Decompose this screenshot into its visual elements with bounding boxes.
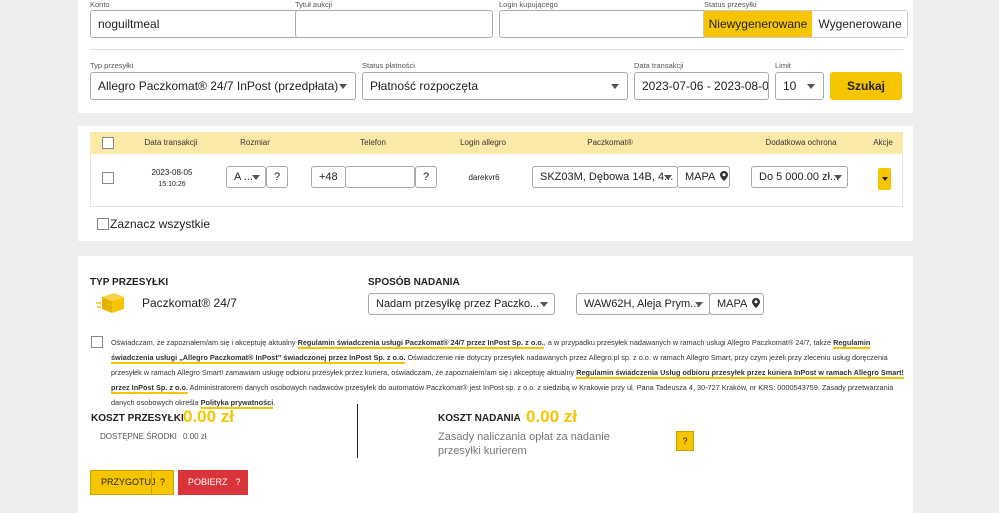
consent-t2: , a w przypadku przesyłek nadawanych w r… [543, 338, 834, 347]
typ-value: Allegro Paczkomat® 24/7 InPost (przedpła… [98, 79, 339, 93]
paczkomat-value: SKZ03M, Dębowa 14B, 4... [540, 171, 674, 183]
search-button[interactable]: Szukaj [830, 72, 902, 100]
consent-t5: . [273, 398, 276, 407]
tytul-label: Tytuł aukcji [295, 0, 333, 9]
shipping-panel: TYP PRZESYŁKI Paczkomat® 24/7 SPOSÓB NAD… [78, 256, 913, 513]
row-checkbox[interactable] [102, 172, 114, 184]
typ-name: Paczkomat® 24/7 [142, 296, 237, 310]
typ-heading: TYP PRZESYŁKI [90, 277, 169, 288]
koszt-przesylki-value: 0.00 zł [183, 407, 235, 426]
size-select[interactable]: A ... [226, 166, 266, 188]
row-date: 2023-08-05 [151, 168, 193, 177]
chevron-down-icon [611, 84, 619, 89]
th-akcje: Akcje [873, 138, 893, 147]
th-data: Data transakcji [144, 138, 198, 147]
phone-input[interactable] [345, 166, 415, 188]
date-range-input[interactable]: 2023-07-06 - 2023-08-05 [634, 72, 769, 100]
th-paczkomat: Paczkomat® [587, 138, 633, 147]
package-icon [96, 293, 124, 313]
filter-divider [90, 49, 903, 50]
size-help-button[interactable]: ? [266, 166, 288, 188]
toggle-wygenerowane[interactable]: Wygenerowane [812, 11, 907, 37]
status-platnosci-select[interactable]: Płatność rozpoczęta [362, 72, 628, 100]
konto-value: noguiltmeal [98, 17, 160, 31]
th-login: Login allegro [460, 138, 506, 147]
paczkomat-map-button[interactable]: MAPA [677, 166, 730, 188]
size-value: A ... [234, 171, 253, 183]
row-time: 15:10:26 [158, 181, 186, 188]
koszt-nadania-value: 0.00 zł [526, 407, 578, 426]
zasady-text: Zasady naliczania opłat za nadanie przes… [438, 431, 610, 457]
zasady-help-button[interactable]: ? [676, 431, 694, 451]
typ-select[interactable]: Allegro Paczkomat® 24/7 InPost (przedpła… [90, 72, 356, 100]
prepare-help[interactable]: ? [151, 471, 173, 494]
tytul-input[interactable] [295, 10, 493, 38]
download-label: POBIERZ [188, 477, 228, 487]
regulamin-paczkomat-link[interactable]: Regulamin świadczenia usługi Paczkomat® … [297, 338, 544, 349]
consent-t1: Oświadczam, że zapoznałem/am się i akcep… [111, 338, 298, 347]
map-pin-icon [751, 298, 760, 308]
consent-checkbox[interactable] [91, 336, 103, 348]
select-all-checkbox[interactable] [97, 218, 109, 230]
paczkomat-select[interactable]: SKZ03M, Dębowa 14B, 4... [532, 166, 678, 188]
th-rozmiar: Rozmiar [240, 138, 270, 147]
limit-label: Limit [775, 61, 791, 70]
cost-divider [357, 404, 358, 458]
dostepne-label: DOSTĘPNE ŚRODKI [100, 432, 177, 441]
consent-text: Oświadczam, że zapoznałem/am się i akcep… [111, 335, 906, 410]
select-all-label[interactable]: Zaznacz wszystkie [110, 217, 210, 231]
row-actions-button[interactable] [878, 168, 891, 190]
prepare-label: PRZYGOTUJ [101, 477, 156, 487]
prepare-button[interactable]: PRZYGOTUJ ? [90, 470, 174, 495]
header-checkbox[interactable] [102, 137, 114, 149]
koszt-przesylki-label: KOSZT PRZESYŁKI [91, 413, 184, 424]
protection-value: Do 5 000.00 zł... [759, 171, 840, 183]
chevron-down-icon [695, 302, 703, 307]
map-label: MAPA [717, 298, 747, 310]
konto-label: Konto [90, 0, 110, 9]
point-map-button[interactable]: MAPA [709, 293, 764, 315]
chevron-down-icon [807, 84, 815, 89]
status-platnosci-value: Płatność rozpoczęta [370, 79, 479, 93]
point-value: WAW62H, Aleja Prym... [584, 298, 700, 310]
row-login: darekvr6 [468, 173, 500, 182]
table-row: 2023-08-05 15:10:26 A ... ? +48 ? darekv… [90, 154, 903, 207]
limit-select[interactable]: 10 [775, 72, 824, 100]
sposob-value: Nadam przesyłkę przez Paczko... [376, 298, 540, 310]
table-panel: Data transakcji Rozmiar Telefon Login al… [78, 126, 913, 241]
sposob-heading: SPOSÓB NADANIA [368, 277, 460, 288]
map-pin-icon [719, 171, 728, 181]
chevron-down-icon [252, 175, 260, 180]
typ-label: Typ przesyłki [90, 61, 134, 70]
download-help[interactable]: ? [228, 470, 248, 495]
chevron-down-icon [834, 175, 842, 180]
chevron-down-icon [540, 302, 548, 307]
map-label: MAPA [685, 171, 715, 183]
th-telefon: Telefon [360, 138, 386, 147]
chevron-down-icon [339, 84, 347, 89]
limit-value: 10 [783, 79, 797, 93]
table-header: Data transakcji Rozmiar Telefon Login al… [90, 132, 903, 154]
point-select[interactable]: WAW62H, Aleja Prym... [576, 293, 710, 315]
toggle-niewygenerowane[interactable]: Niewygenerowane [704, 11, 812, 37]
phone-prefix: +48 [311, 166, 346, 188]
date-range-value: 2023-07-06 - 2023-08-05 [642, 79, 769, 93]
protection-select[interactable]: Do 5 000.00 zł... [751, 166, 848, 188]
status-platnosci-label: Status płatności [362, 61, 415, 70]
dostepne-value: 0.00 zł [183, 432, 207, 441]
status-przesylki-label: Status przesyłki [704, 0, 757, 9]
phone-help-button[interactable]: ? [415, 166, 437, 188]
caret-down-icon [882, 177, 888, 181]
login-label: Login kupującego [499, 0, 558, 9]
chevron-down-icon [664, 175, 672, 180]
th-ochrona: Dodatkowa ochrona [765, 138, 837, 147]
data-label: Data transakcji [634, 61, 684, 70]
koszt-nadania-label: KOSZT NADANIA [438, 413, 521, 424]
status-toggle: Niewygenerowane Wygenerowane [703, 10, 908, 38]
sposob-select[interactable]: Nadam przesyłkę przez Paczko... [368, 293, 555, 315]
filter-panel: Konto noguiltmeal Tytuł aukcji Login kup… [78, 0, 913, 113]
download-button[interactable]: POBIERZ ? [178, 470, 248, 495]
